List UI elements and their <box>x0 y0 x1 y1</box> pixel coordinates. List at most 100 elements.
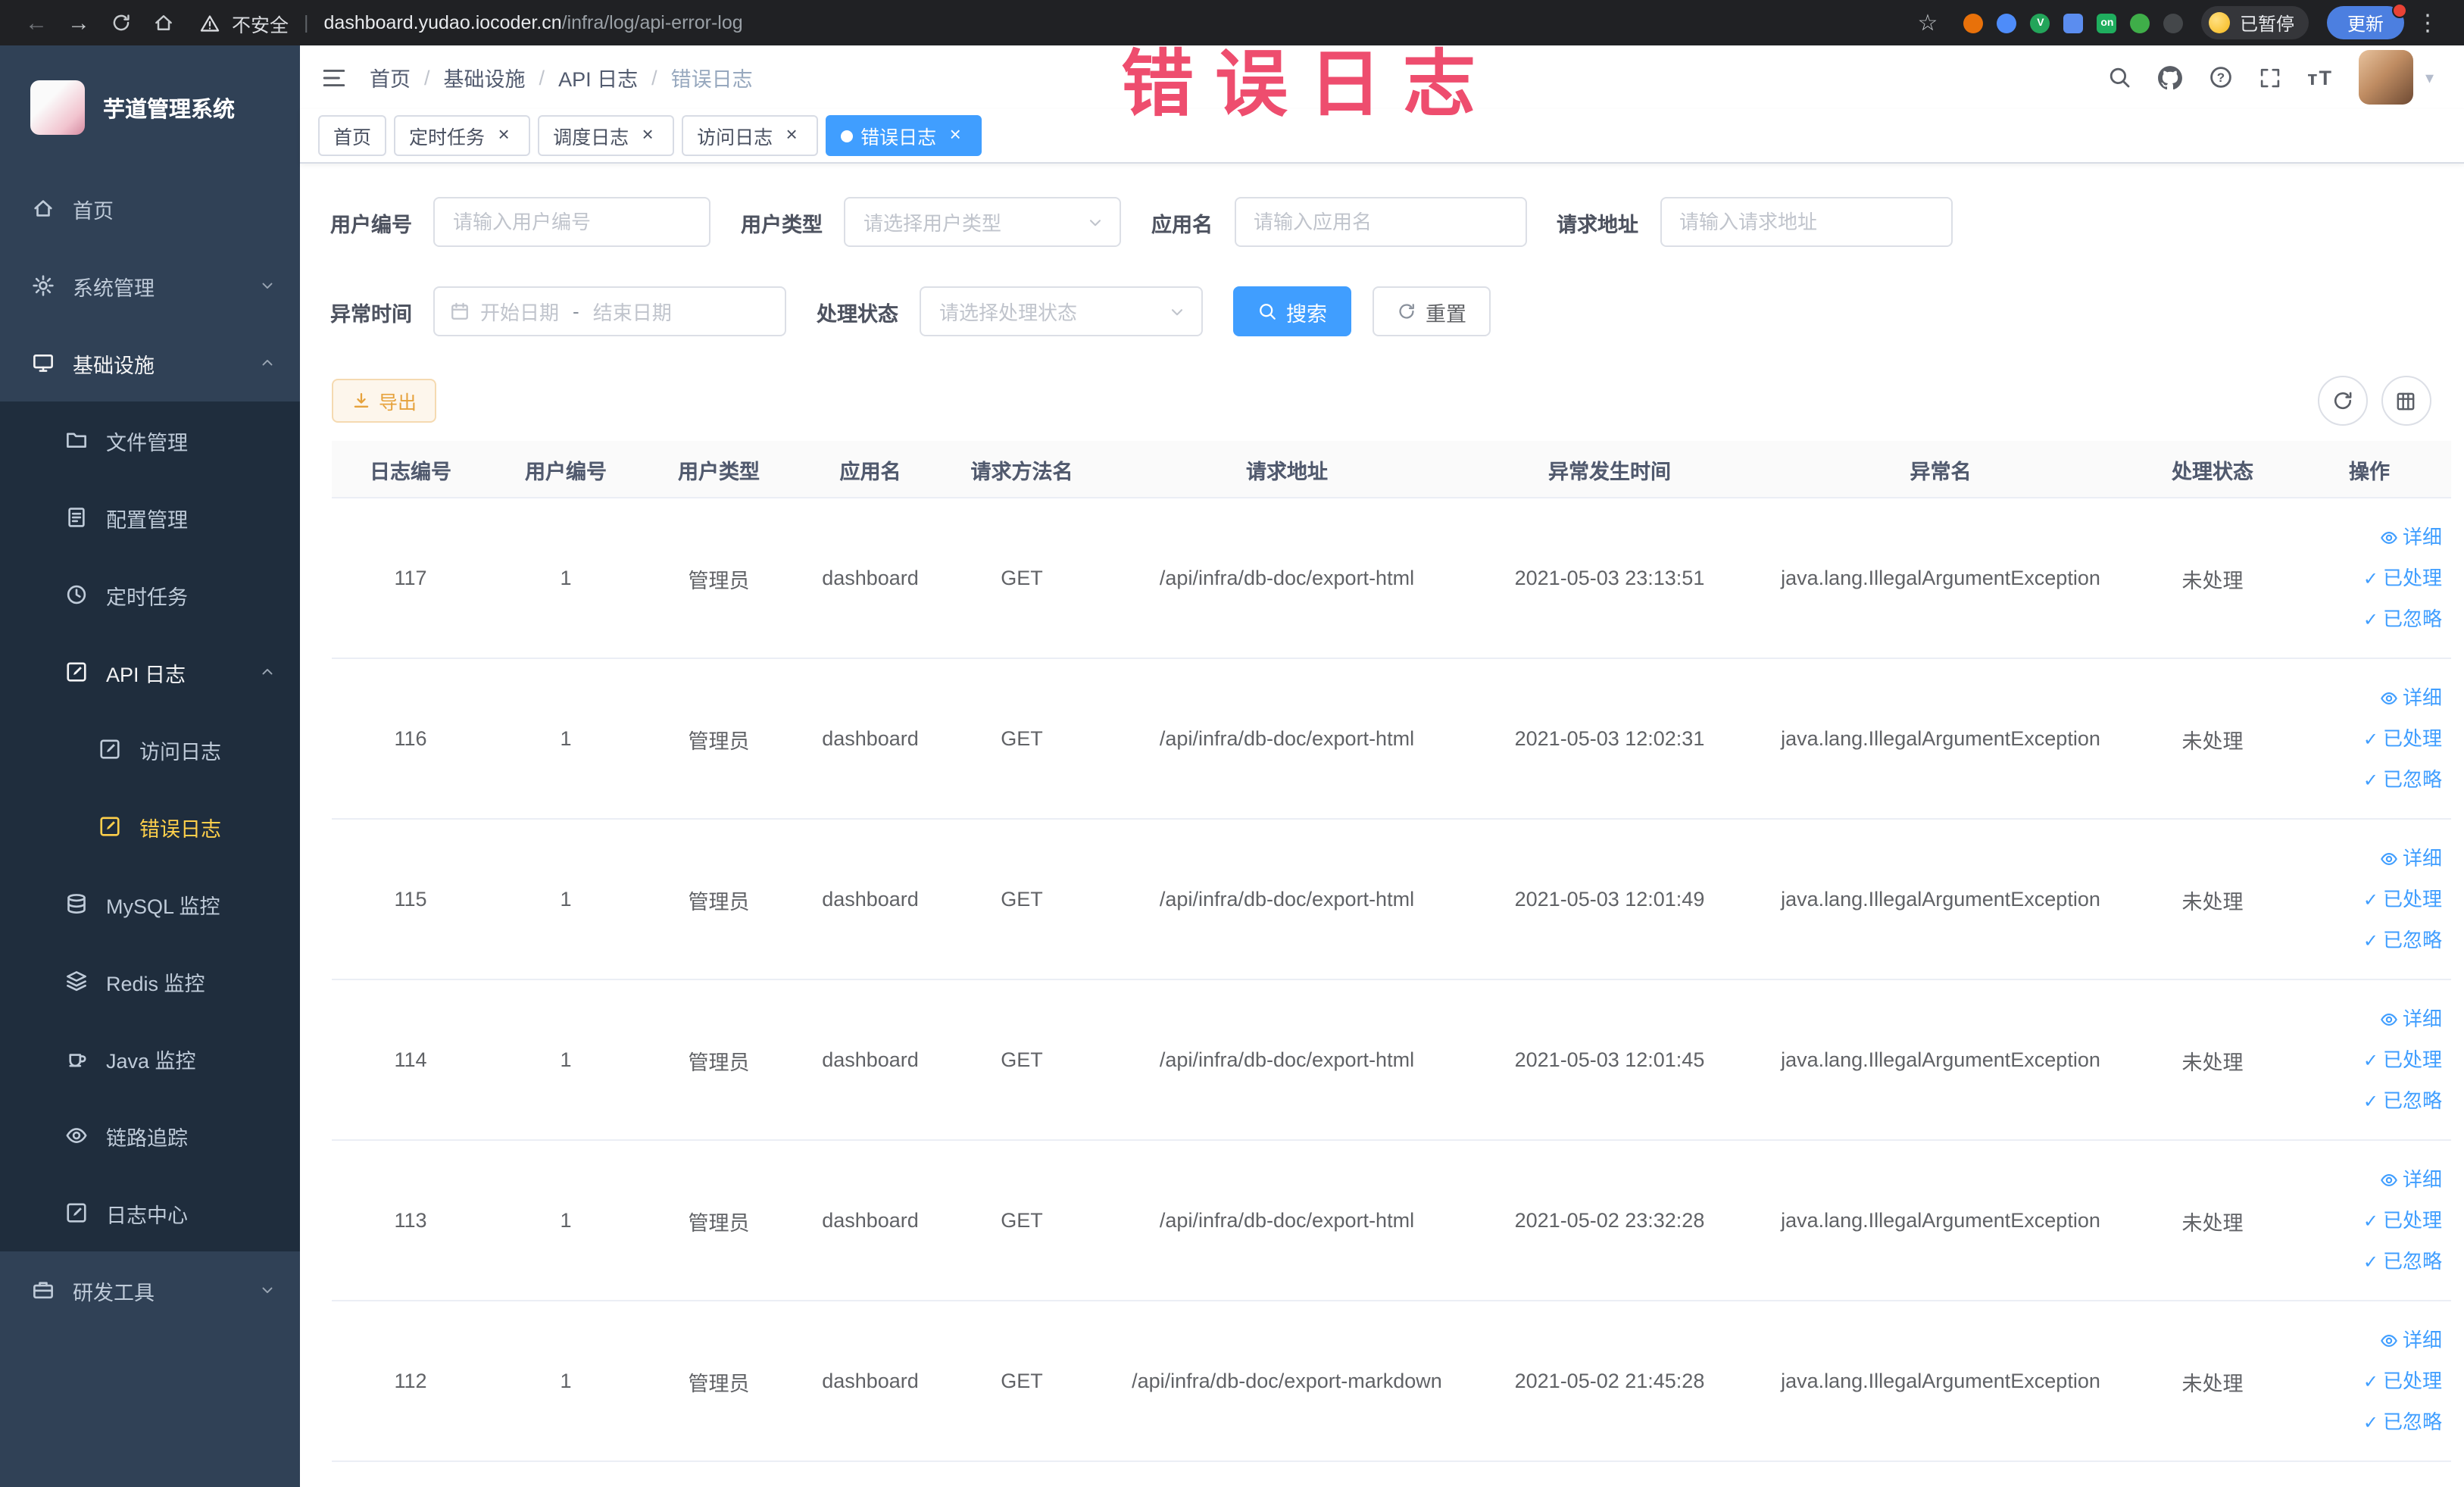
action-detail-link[interactable]: 详细 <box>2380 517 2442 557</box>
calendar-icon <box>451 302 468 320</box>
avatar[interactable] <box>2358 50 2413 105</box>
action-processed-link[interactable]: ✓ 已处理 <box>2363 879 2442 919</box>
user-id-input[interactable] <box>433 197 710 247</box>
reset-button[interactable]: 重置 <box>1373 286 1491 336</box>
action-ignored-link[interactable]: ✓ 已忽略 <box>2363 1402 2442 1442</box>
sidebar-item-log-center[interactable]: 日志中心 <box>0 1174 300 1251</box>
action-ignored-link[interactable]: ✓ 已忽略 <box>2363 1081 2442 1120</box>
row-actions: 详细 ✓ 已处理 ✓ 已忽略 <box>2288 999 2451 1120</box>
sidebar-item-trace[interactable]: 链路追踪 <box>0 1097 300 1174</box>
green-v-ext-icon[interactable]: V <box>2030 13 2050 33</box>
dark-pin-ext-icon[interactable] <box>2163 13 2184 33</box>
cell-user_type: 管理员 <box>688 569 750 592</box>
breadcrumb-item[interactable]: API 日志 <box>558 62 638 92</box>
user-type-select[interactable]: 请选择用户类型 <box>844 197 1121 247</box>
search-icon[interactable] <box>2107 65 2131 89</box>
forward-icon[interactable]: → <box>61 5 97 41</box>
tab-close-icon[interactable]: × <box>944 123 967 147</box>
check-icon: ✓ <box>2363 1090 2378 1111</box>
sidebar-item-access-log[interactable]: 访问日志 <box>0 711 300 788</box>
tab-close-icon[interactable]: × <box>780 123 803 147</box>
sidebar-item-error-log[interactable]: 错误日志 <box>0 788 300 865</box>
bookmark-star-icon[interactable]: ☆ <box>1910 5 1946 41</box>
back-icon[interactable]: ← <box>18 5 55 41</box>
tab-error-log[interactable]: 错误日志 × <box>826 115 982 156</box>
process-status-select[interactable]: 请选择处理状态 <box>920 286 1203 336</box>
request-url-input[interactable] <box>1660 197 1952 247</box>
cell-exception: java.lang.IllegalArgumentException <box>1781 1370 2100 1392</box>
refresh-icon <box>113 14 130 31</box>
tab-close-icon[interactable]: × <box>492 123 515 147</box>
action-ignored-link[interactable]: ✓ 已忽略 <box>2363 760 2442 799</box>
action-processed-link[interactable]: ✓ 已处理 <box>2363 1040 2442 1079</box>
sidebar-item-mysql[interactable]: MySQL 监控 <box>0 865 300 942</box>
cell-exception: java.lang.IllegalArgumentException <box>1781 1048 2100 1071</box>
sidebar-item-redis[interactable]: Redis 监控 <box>0 942 300 1020</box>
action-processed-link[interactable]: ✓ 已处理 <box>2363 719 2442 758</box>
tab-access-log[interactable]: 访问日志 × <box>682 115 819 156</box>
github-icon[interactable] <box>2157 64 2183 90</box>
action-ignored-link[interactable]: ✓ 已忽略 <box>2363 920 2442 960</box>
eye-icon <box>2381 531 2397 543</box>
breadcrumb-item[interactable]: 基础设施 <box>444 62 526 92</box>
sidebar: 芋道管理系统 首页 系统管理 基础设施 文件管理 配置管理 定时任务 API 日志 访问日志错… <box>0 45 300 1487</box>
row-actions: 详细 ✓ 已处理 ✓ 已忽略 <box>2288 517 2451 639</box>
reload-icon[interactable] <box>103 5 139 41</box>
url-text: dashboard.yudao.iocoder.cn/infra/log/api… <box>323 12 743 33</box>
github-icon <box>2158 65 2183 89</box>
chevron-down-icon <box>1171 308 1183 315</box>
sidebar-item-config[interactable]: 配置管理 <box>0 479 300 556</box>
font-size-icon[interactable]: тT <box>2307 66 2333 89</box>
orange-ext-icon[interactable] <box>1963 13 1984 33</box>
action-detail-link[interactable]: 详细 <box>2380 839 2442 878</box>
hamburger-icon[interactable] <box>321 64 347 90</box>
chevron-up-icon <box>262 360 273 366</box>
browser-home-icon[interactable] <box>145 5 182 41</box>
column-header-status: 处理状态 <box>2172 460 2253 483</box>
blue-drop-ext-icon[interactable] <box>1997 13 2017 33</box>
filter-label-request-url: 请求地址 <box>1557 213 1638 236</box>
action-detail-link[interactable]: 详细 <box>2380 678 2442 717</box>
sidebar-item-api-log[interactable]: API 日志 <box>0 633 300 711</box>
update-button[interactable]: 更新 <box>2327 3 2406 39</box>
sidebar-item-java[interactable]: Java 监控 <box>0 1020 300 1097</box>
sidebar-item-dev-tools[interactable]: 研发工具 <box>0 1251 300 1329</box>
app-logo[interactable]: 芋道管理系统 <box>0 45 300 170</box>
table-body: 117 1 管理员 dashboard GET/api/infra/db-doc/exp… <box>332 498 2451 1462</box>
on-badge-ext-icon[interactable]: on <box>2097 13 2117 33</box>
caret-down-icon[interactable]: ▾ <box>2425 67 2434 87</box>
sidebar-item-file[interactable]: 文件管理 <box>0 401 300 479</box>
green-tree-ext-icon[interactable] <box>2130 13 2150 33</box>
tab-close-icon[interactable]: × <box>636 123 659 147</box>
action-detail-link[interactable]: 详细 <box>2380 999 2442 1039</box>
export-button[interactable]: 导出 <box>332 379 437 423</box>
action-processed-link[interactable]: ✓ 已处理 <box>2363 1201 2442 1240</box>
sidebar-item-infra[interactable]: 基础设施 <box>0 324 300 401</box>
tab-home[interactable]: 首页 <box>318 115 387 156</box>
tab-job[interactable]: 定时任务 × <box>394 115 531 156</box>
column-settings-button[interactable] <box>2381 376 2431 426</box>
blue-grid-ext-icon[interactable] <box>2063 13 2084 33</box>
exception-time-range[interactable]: 开始日期 - 结束日期 <box>433 286 786 336</box>
app-name-input[interactable] <box>1234 197 1526 247</box>
sidebar-item-job[interactable]: 定时任务 <box>0 556 300 633</box>
fullscreen-icon[interactable] <box>2259 66 2281 89</box>
paused-badge[interactable]: 已暂停 <box>2201 6 2309 39</box>
action-ignored-link[interactable]: ✓ 已忽略 <box>2363 599 2442 639</box>
action-detail-link[interactable]: 详细 <box>2380 1320 2442 1360</box>
browser-menu-icon[interactable]: ⋮ <box>2409 5 2446 41</box>
action-ignored-link[interactable]: ✓ 已忽略 <box>2363 1242 2442 1281</box>
search-button[interactable]: 搜索 <box>1233 286 1351 336</box>
breadcrumb-item[interactable]: 首页 <box>370 62 411 92</box>
sidebar-item-system[interactable]: 系统管理 <box>0 247 300 324</box>
action-detail-link[interactable]: 详细 <box>2380 1160 2442 1199</box>
action-processed-link[interactable]: ✓ 已处理 <box>2363 558 2442 598</box>
tab-job-log[interactable]: 调度日志 × <box>538 115 675 156</box>
action-processed-link[interactable]: ✓ 已处理 <box>2363 1361 2442 1401</box>
filter-app-name: 应用名 <box>1151 197 1526 247</box>
help-icon[interactable]: ? <box>2209 65 2233 89</box>
sidebar-item-home[interactable]: 首页 <box>0 170 300 247</box>
cell-app: dashboard <box>822 888 919 911</box>
refresh-table-button[interactable] <box>2317 376 2367 426</box>
address-bar[interactable]: 不安全 | dashboard.yudao.iocoder.cn/infra/l… <box>200 8 743 37</box>
